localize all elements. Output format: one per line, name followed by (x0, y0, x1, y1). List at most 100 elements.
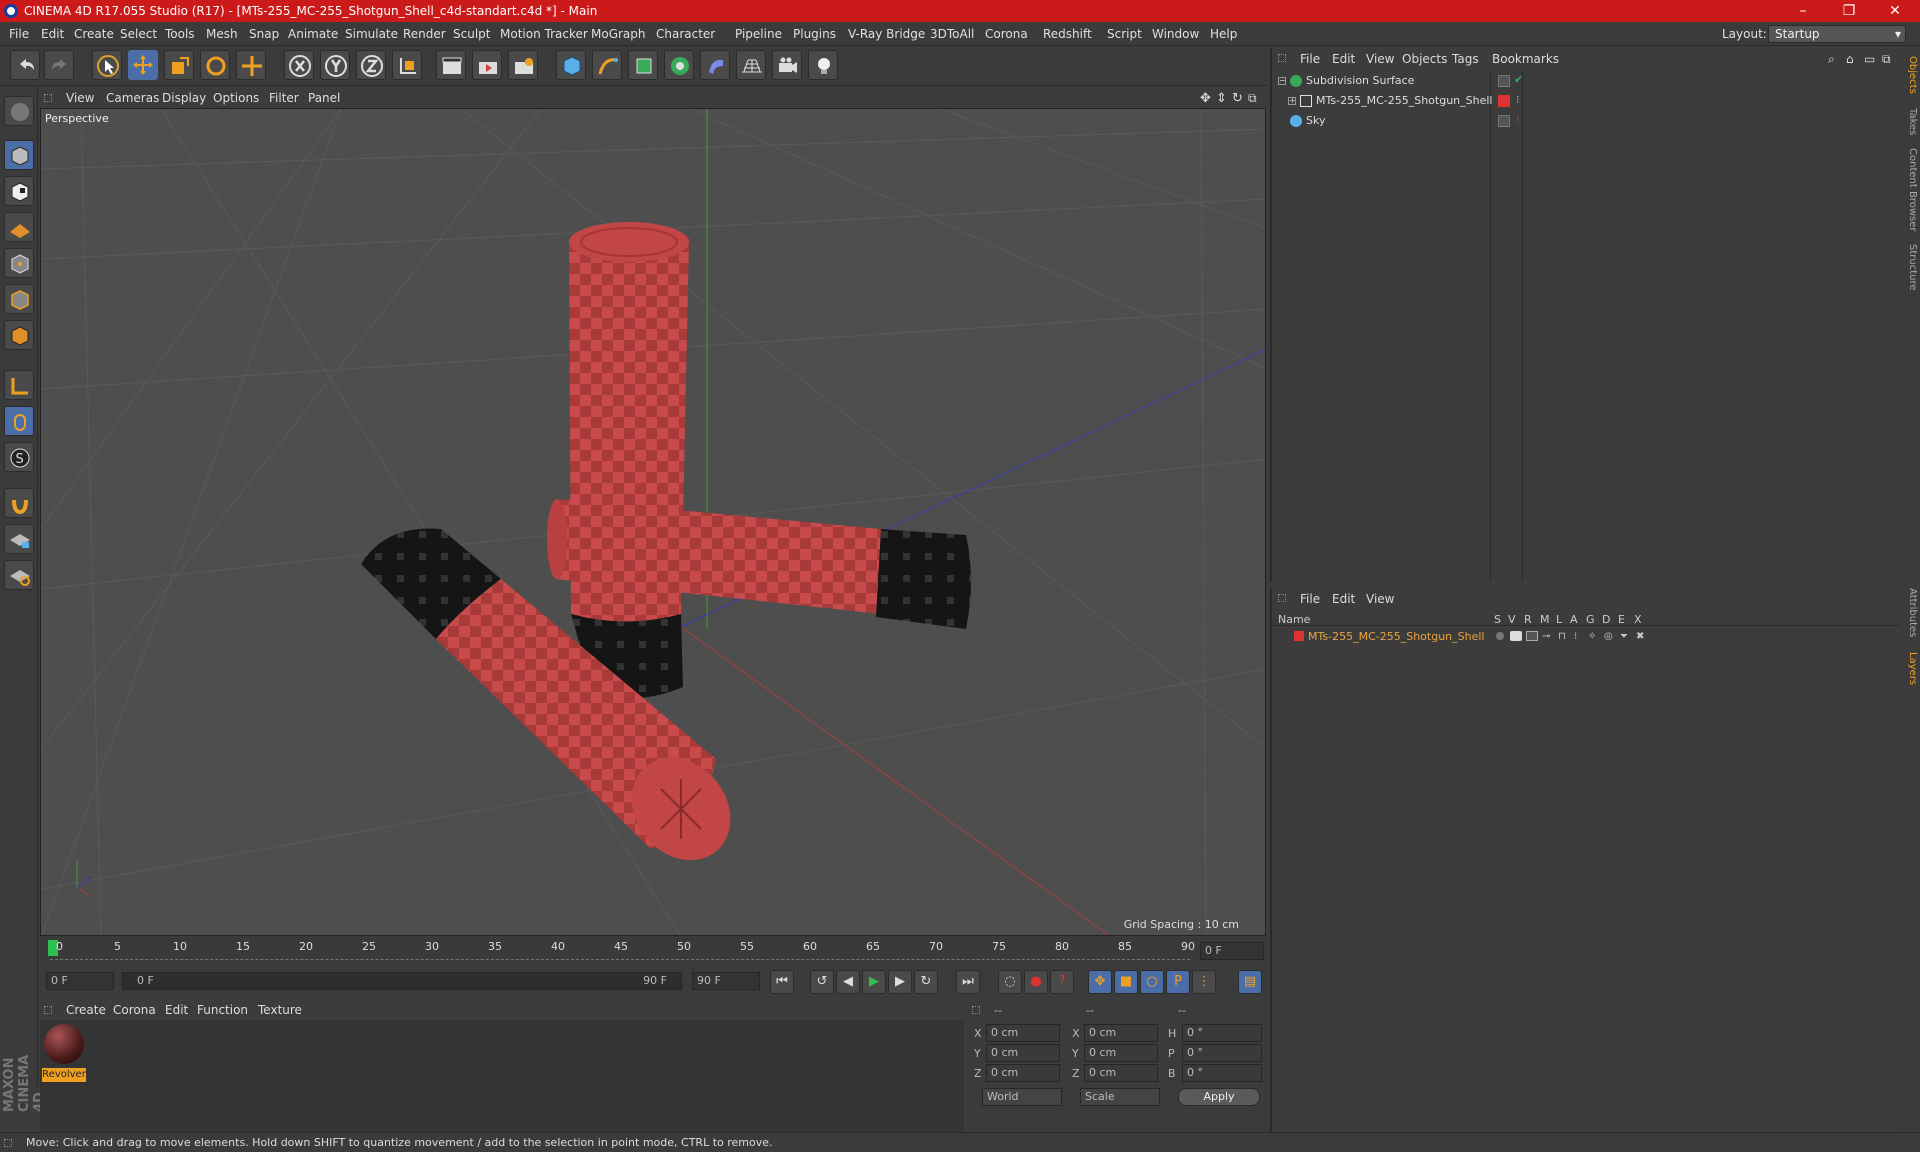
object-name[interactable]: Subdivision Surface (1306, 74, 1414, 87)
layer-menu-edit[interactable]: Edit (1332, 592, 1355, 606)
move-view-icon[interactable]: ✥ (1200, 91, 1211, 106)
manager-toggle-icon[interactable]: ⊸ (1542, 631, 1550, 642)
menu-edit[interactable]: Edit (41, 27, 64, 41)
coord-system-dropdown[interactable]: World (982, 1088, 1062, 1106)
tweak-mode-button[interactable] (4, 406, 34, 436)
menu-sculpt[interactable]: Sculpt (453, 27, 490, 41)
layer-row[interactable]: MTs-255_MC-255_Shotgun_Shell ⊸ ⊓ ⁝ ✧ ◎ ⏷… (1276, 628, 1896, 646)
mat-menu-function[interactable]: Function (197, 1003, 248, 1017)
expand-icon[interactable]: + (1288, 97, 1296, 105)
edges-mode-button[interactable] (4, 284, 34, 314)
make-editable-button[interactable] (4, 96, 34, 126)
object-row-sky[interactable]: Sky ⁝ (1276, 112, 1896, 130)
generators-toggle-icon[interactable]: ✧ (1588, 631, 1596, 642)
key-pla-icon[interactable]: ⋮ (1192, 970, 1216, 994)
goto-start-icon[interactable]: ⏮ (770, 970, 794, 994)
menu-pipeline[interactable]: Pipeline (735, 27, 782, 41)
menu-tools[interactable]: Tools (165, 27, 195, 41)
model-mode-button[interactable] (4, 140, 34, 170)
end-frame-field[interactable]: 90 F (692, 972, 760, 990)
step-forward-icon[interactable]: ▶ (888, 970, 912, 994)
z-axis-button[interactable] (356, 50, 386, 80)
layout-dropdown[interactable]: Startup ▾ (1768, 25, 1906, 43)
mat-menu-corona[interactable]: Corona (113, 1003, 156, 1017)
layer-menu-file[interactable]: File (1300, 592, 1320, 606)
key-scale-icon[interactable]: ■ (1114, 970, 1138, 994)
move-tool-button[interactable] (128, 50, 158, 80)
obj-menu-edit[interactable]: Edit (1332, 52, 1355, 66)
pos-x-field[interactable]: 0 cm (986, 1024, 1060, 1042)
layer-color-swatch[interactable] (1294, 631, 1304, 641)
object-row-shotgun-shell[interactable]: + MTs-255_MC-255_Shotgun_Shell ⁝ (1276, 92, 1896, 110)
zoom-view-icon[interactable]: ⇕ (1216, 91, 1227, 106)
mograph-cloner-button[interactable] (664, 50, 694, 80)
axis-mode-button[interactable] (4, 370, 34, 400)
rot-h-field[interactable]: 0 ° (1182, 1024, 1262, 1042)
visibility-dots-icon[interactable] (1498, 75, 1510, 87)
select-tool-button[interactable] (92, 50, 122, 80)
minimize-button[interactable]: – (1780, 0, 1826, 22)
rot-b-field[interactable]: 0 ° (1182, 1064, 1262, 1082)
planar-workplane-button[interactable] (4, 560, 34, 590)
key-rotation-icon[interactable]: ○ (1140, 970, 1164, 994)
menu-redshift[interactable]: Redshift (1043, 27, 1092, 41)
size-y-field[interactable]: 0 cm (1084, 1044, 1158, 1062)
object-row-subdivision-surface[interactable]: − Subdivision Surface ✔ (1276, 72, 1896, 90)
col-view[interactable]: V (1508, 613, 1516, 626)
vp-menu-view[interactable]: View (66, 91, 94, 105)
menu-script[interactable]: Script (1107, 27, 1142, 41)
menu-character[interactable]: Character (656, 27, 715, 41)
menu-help[interactable]: Help (1210, 27, 1237, 41)
visibility-dots-icon[interactable] (1498, 115, 1510, 127)
floor-button[interactable] (736, 50, 766, 80)
workplane-mode-button[interactable] (4, 212, 34, 242)
menu-snap[interactable]: Snap (249, 27, 279, 41)
menu-plugins[interactable]: Plugins (793, 27, 836, 41)
shotgun-shell-vertical[interactable] (569, 222, 689, 699)
col-xref[interactable]: X (1634, 613, 1642, 626)
next-key-icon[interactable]: ↻ (914, 970, 938, 994)
size-z-field[interactable]: 0 cm (1084, 1064, 1158, 1082)
magnet-button[interactable] (4, 488, 34, 518)
menu-create[interactable]: Create (74, 27, 114, 41)
menu-window[interactable]: Window (1152, 27, 1199, 41)
mat-menu-edit[interactable]: Edit (165, 1003, 188, 1017)
layer-color-swatch[interactable] (1498, 95, 1510, 107)
cube-primitive-button[interactable] (556, 50, 586, 80)
subdivision-button[interactable] (628, 50, 658, 80)
locked-workplane-button[interactable] (4, 524, 34, 554)
vp-menu-panel[interactable]: Panel (308, 91, 340, 105)
material-swatch-revolver[interactable] (44, 1024, 84, 1064)
tab-content-browser[interactable]: Content Browser (1902, 148, 1918, 231)
col-animation[interactable]: A (1570, 613, 1578, 626)
frame-range-slider[interactable]: 0 F 90 F (122, 972, 682, 990)
col-generators[interactable]: G (1586, 613, 1595, 626)
col-manager[interactable]: M (1540, 613, 1550, 626)
obj-menu-file[interactable]: File (1300, 52, 1320, 66)
start-frame-field[interactable]: 0 F (46, 972, 114, 990)
visibility-dots-icon[interactable]: ⁝ (1516, 113, 1520, 126)
menu-mograph[interactable]: MoGraph (591, 27, 646, 41)
pos-z-field[interactable]: 0 cm (986, 1064, 1060, 1082)
obj-menu-bookmarks[interactable]: Bookmarks (1492, 52, 1559, 66)
layer-menu-view[interactable]: View (1366, 592, 1394, 606)
animation-toggle-icon[interactable]: ⁝ (1574, 631, 1577, 642)
deformers-toggle-icon[interactable]: ◎ (1604, 631, 1613, 642)
mat-menu-create[interactable]: Create (66, 1003, 106, 1017)
render-toggle-icon[interactable] (1526, 631, 1538, 641)
tab-takes[interactable]: Takes (1902, 108, 1918, 135)
texture-mode-button[interactable] (4, 176, 34, 206)
tab-objects[interactable]: Objects (1902, 56, 1918, 94)
obj-menu-objects[interactable]: Objects (1402, 52, 1447, 66)
search-icon[interactable]: ⌕ (1828, 52, 1835, 67)
tab-layers[interactable]: Layers (1902, 652, 1918, 685)
y-axis-button[interactable] (320, 50, 350, 80)
x-axis-button[interactable] (284, 50, 314, 80)
render-view-button[interactable] (436, 50, 466, 80)
col-solo[interactable]: S (1494, 613, 1501, 626)
menu-file[interactable]: File (9, 27, 29, 41)
undo-button[interactable] (10, 50, 40, 80)
vp-menu-display[interactable]: Display (162, 91, 206, 105)
object-name[interactable]: MTs-255_MC-255_Shotgun_Shell (1316, 94, 1492, 107)
pos-y-field[interactable]: 0 cm (986, 1044, 1060, 1062)
